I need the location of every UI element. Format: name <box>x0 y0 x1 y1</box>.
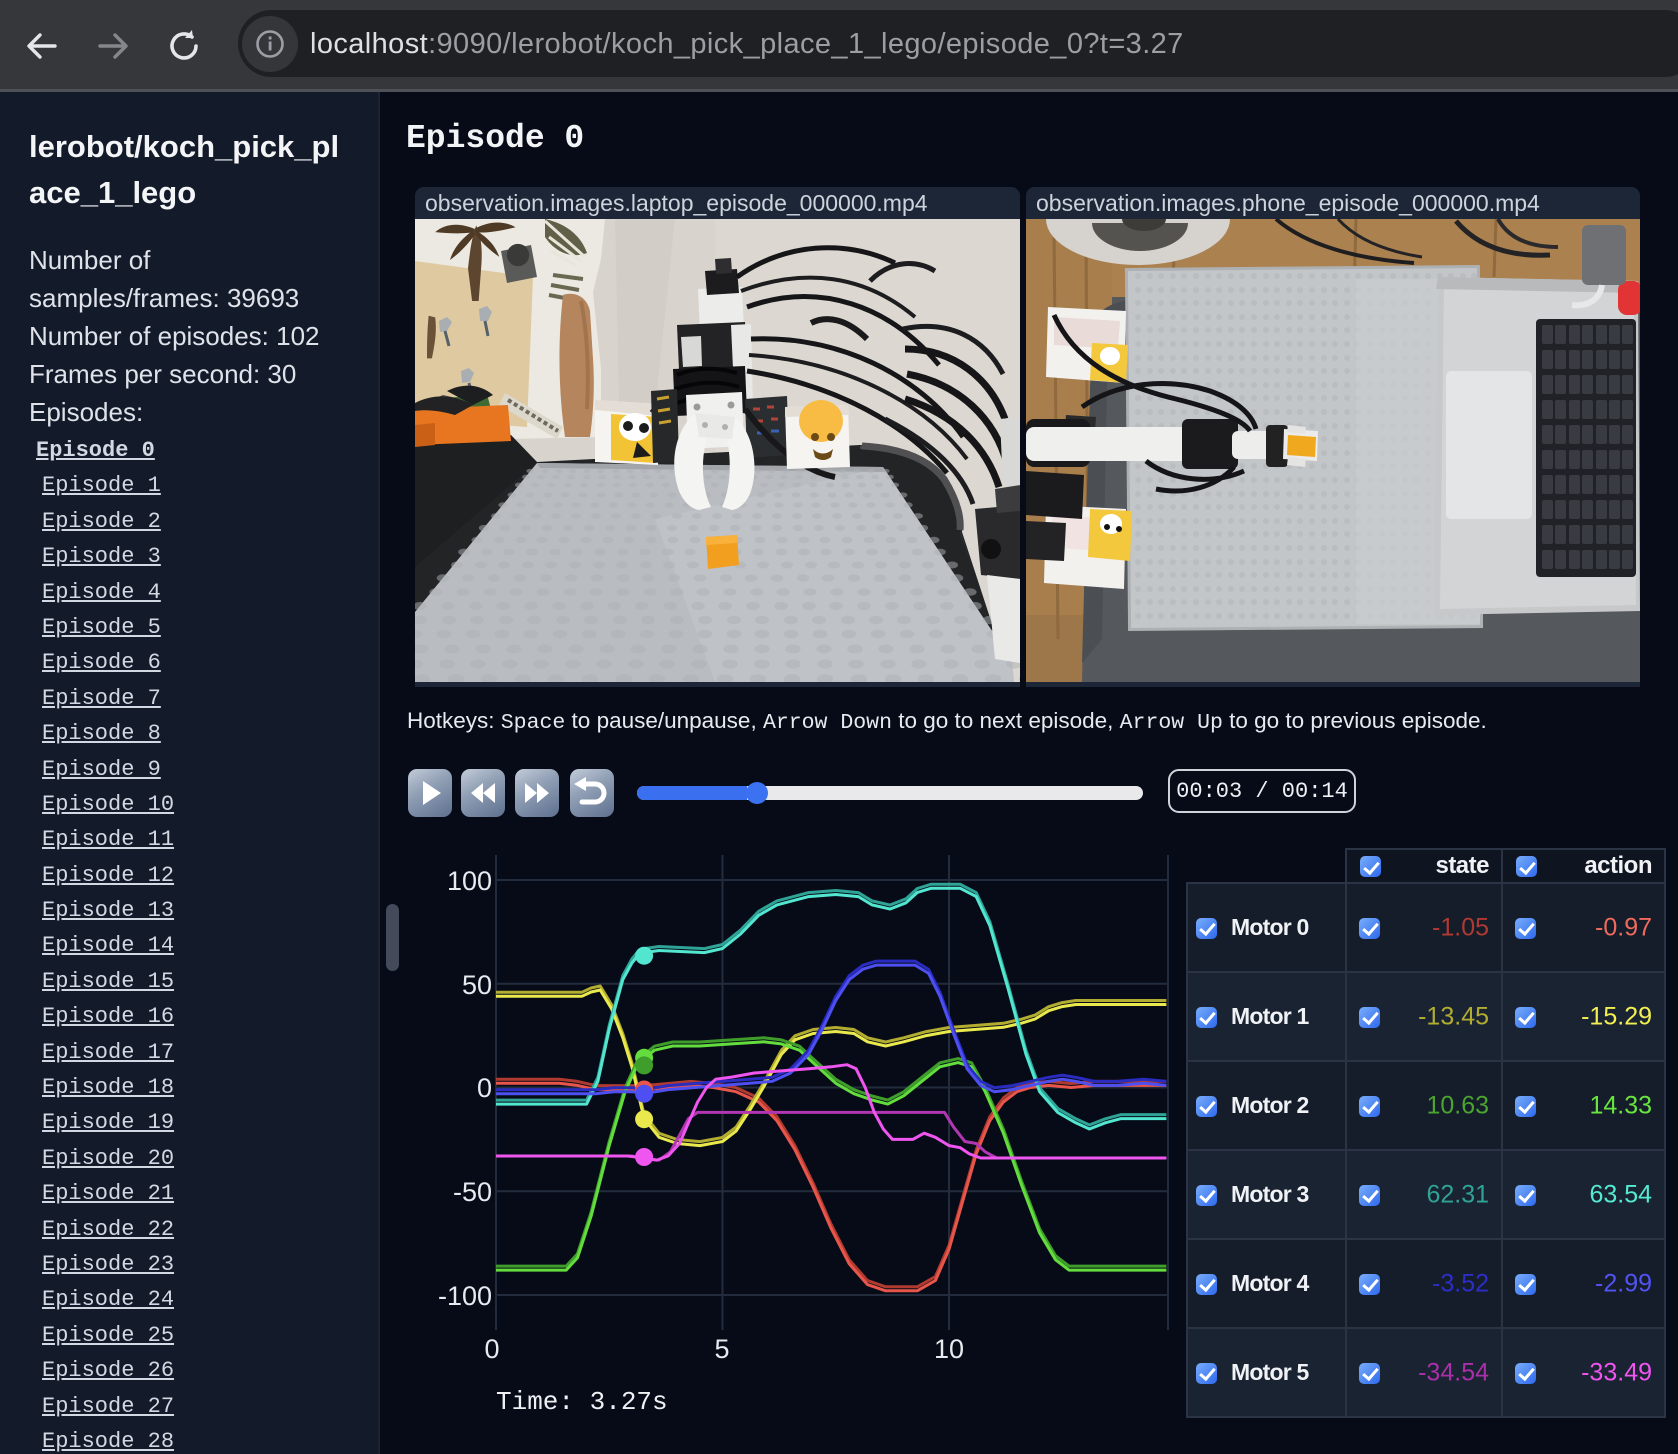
svg-text:10: 10 <box>934 1334 964 1364</box>
svg-text:0: 0 <box>484 1334 499 1364</box>
svg-text:5: 5 <box>714 1334 729 1364</box>
svg-text:50: 50 <box>462 970 492 1000</box>
svg-text:-50: -50 <box>453 1177 492 1207</box>
svg-text:-100: -100 <box>438 1281 492 1311</box>
svg-text:100: 100 <box>447 866 492 896</box>
svg-text:0: 0 <box>477 1073 492 1103</box>
